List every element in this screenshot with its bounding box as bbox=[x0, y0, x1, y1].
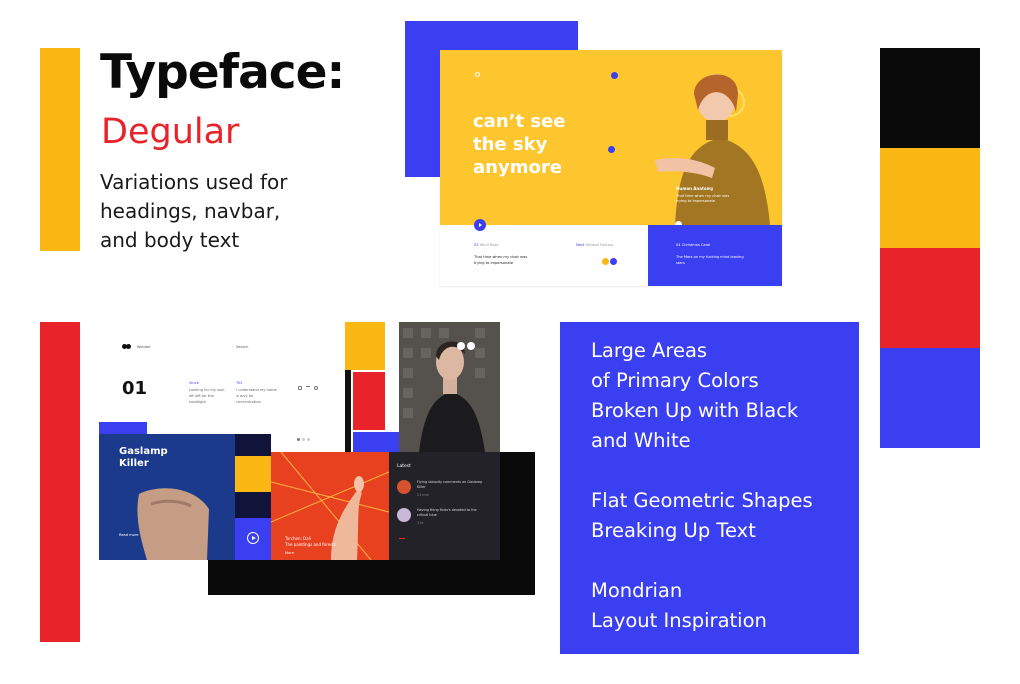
card-side-panel bbox=[235, 434, 271, 560]
footer-label: Christmas Carol bbox=[681, 243, 711, 247]
latest-item-meta: 21 min bbox=[417, 493, 429, 497]
latest-item-title: Flying ubiquity comments on Gaslamp Kill… bbox=[417, 480, 483, 489]
search-link[interactable]: Search bbox=[236, 344, 248, 350]
blue-strip bbox=[99, 422, 147, 434]
intro-heading: Vince bbox=[189, 381, 199, 385]
hero-headline-line: anymore bbox=[473, 157, 562, 178]
next-slide-icon[interactable] bbox=[467, 342, 475, 350]
swatch-yellow bbox=[880, 148, 980, 248]
note-line: Large Areas bbox=[591, 339, 708, 362]
play-button[interactable] bbox=[247, 532, 259, 544]
black-strip bbox=[345, 370, 351, 452]
design-notes-panel: Large Areas of Primary Colors Broken Up … bbox=[560, 322, 859, 654]
note-line: of Primary Colors bbox=[591, 369, 759, 392]
typeface-name: Degular bbox=[101, 112, 240, 152]
typeface-description-line: Variations used for bbox=[100, 170, 288, 194]
note-line: and White bbox=[591, 429, 691, 452]
play-icon bbox=[252, 536, 256, 540]
hero-headline-line: the sky bbox=[473, 134, 548, 155]
intro-heading: TID bbox=[236, 381, 243, 385]
note-line: Mondrian bbox=[591, 579, 683, 602]
typeface-description-line: headings, navbar, bbox=[100, 199, 281, 223]
footer-item[interactable]: 04 Christmas Carol The Mars on my fuckin… bbox=[676, 242, 746, 266]
caption-text: That time when my chair was trying to im… bbox=[676, 194, 730, 203]
photo-caption-line: The paintings and forests bbox=[285, 542, 336, 547]
pager-dot[interactable] bbox=[302, 438, 305, 441]
card-title-line: Killer bbox=[119, 458, 149, 469]
red-accent-bar bbox=[40, 322, 80, 642]
prev-arrow-icon[interactable] bbox=[399, 538, 405, 539]
man-portrait-image bbox=[399, 322, 500, 452]
note-line: Breaking Up Text bbox=[591, 519, 756, 542]
footer-item[interactable]: Next Twisted Fantasy bbox=[576, 242, 636, 265]
swatch-black bbox=[880, 48, 980, 148]
latest-title: Latest bbox=[397, 464, 411, 469]
collage-top-panel: Wonder Search 01 Vince Looking for my so… bbox=[99, 322, 346, 441]
footer-num: Next bbox=[576, 243, 585, 247]
latest-thumbnail bbox=[397, 508, 411, 522]
prev-slide-icon[interactable] bbox=[457, 342, 465, 350]
intro-block: Vince Looking for my soul. oft left for … bbox=[189, 380, 229, 405]
more-link[interactable]: More bbox=[285, 550, 294, 556]
typeface-heading: Typeface: bbox=[100, 45, 345, 100]
logo-icon bbox=[122, 344, 131, 349]
mondrian-blocks bbox=[345, 322, 400, 452]
logo-icon bbox=[475, 72, 480, 77]
white-block bbox=[385, 322, 400, 370]
hero-headline: can’t see the sky anymore bbox=[473, 110, 565, 179]
hero-headline-line: can’t see bbox=[473, 111, 566, 132]
footer-item[interactable]: 03 Wind Rose That time when my chair was… bbox=[474, 242, 534, 266]
yellow-block bbox=[235, 456, 271, 492]
hand-strings-card[interactable]: Torchen: Dali The paintings and forests … bbox=[271, 452, 389, 560]
white-block bbox=[385, 372, 400, 430]
red-block bbox=[353, 372, 385, 430]
footer-label: Wind Rose bbox=[479, 243, 499, 247]
footer-text: The Mars on my fucking mind leaving star… bbox=[676, 255, 744, 265]
menu-dot-icon[interactable] bbox=[611, 72, 618, 79]
blue-block bbox=[353, 432, 400, 452]
note-line: Broken Up with Black bbox=[591, 399, 799, 422]
footer-num: 04 bbox=[676, 243, 681, 247]
latest-item-meta: 1 hr bbox=[417, 521, 424, 525]
latest-item[interactable]: Flying ubiquity comments on Gaslamp Kill… bbox=[397, 480, 493, 500]
photo-caption: Torchen: Dali The paintings and forests bbox=[285, 536, 336, 548]
latest-item[interactable]: Having thing finds's devoted to the crit… bbox=[397, 508, 493, 528]
read-more-link[interactable]: Read more bbox=[119, 532, 138, 538]
prev-dot-icon[interactable] bbox=[602, 258, 609, 265]
swatch-blue bbox=[880, 348, 980, 448]
collage-screenshot: Wonder Search 01 Vince Looking for my so… bbox=[99, 322, 500, 560]
next-dot-icon[interactable] bbox=[610, 258, 617, 265]
latest-thumbnail bbox=[397, 480, 411, 494]
twitter-icon[interactable] bbox=[306, 386, 310, 390]
play-icon bbox=[479, 223, 482, 227]
latest-panel: Latest Flying ubiquity comments on Gasla… bbox=[389, 452, 500, 560]
nav-label[interactable]: Wonder bbox=[137, 344, 151, 350]
typeface-description-line: and body text bbox=[100, 228, 240, 252]
yellow-accent-bar bbox=[40, 48, 80, 251]
play-button[interactable] bbox=[474, 219, 486, 231]
note-line: Flat Geometric Shapes bbox=[591, 489, 813, 512]
footer-label: Twisted Fantasy bbox=[585, 243, 614, 247]
pager-dot[interactable] bbox=[297, 438, 300, 441]
intro-block: TID I understand my name is only for con… bbox=[236, 380, 278, 405]
pager-dot[interactable] bbox=[307, 438, 310, 441]
footer-num: 03 bbox=[474, 243, 479, 247]
pinterest-icon[interactable] bbox=[314, 386, 318, 390]
typeface-description: Variations used for headings, navbar, an… bbox=[100, 168, 287, 255]
card-title: Gaslamp Killer bbox=[119, 446, 168, 470]
intro-text: I understand my name is only for concent… bbox=[236, 388, 277, 404]
gaslamp-card[interactable]: Gaslamp Killer Read more bbox=[99, 434, 235, 560]
hotspot-dot-icon[interactable] bbox=[608, 146, 615, 153]
note-line: Layout Inspiration bbox=[591, 609, 767, 632]
caption-title: Human Anatomy bbox=[676, 186, 714, 191]
footer-text: That time when my chair was trying to im… bbox=[474, 255, 528, 265]
yellow-block bbox=[345, 322, 385, 370]
latest-item-title: Having thing finds's devoted to the crit… bbox=[417, 508, 477, 517]
instagram-icon[interactable] bbox=[298, 386, 302, 390]
swatch-red bbox=[880, 248, 980, 348]
section-number: 01 bbox=[122, 378, 148, 399]
card-title-line: Gaslamp bbox=[119, 446, 168, 457]
intro-text: Looking for my soul. oft left for the he… bbox=[189, 388, 226, 404]
hero-screenshot: Chapter of the road can’t see the sky an… bbox=[440, 50, 782, 286]
